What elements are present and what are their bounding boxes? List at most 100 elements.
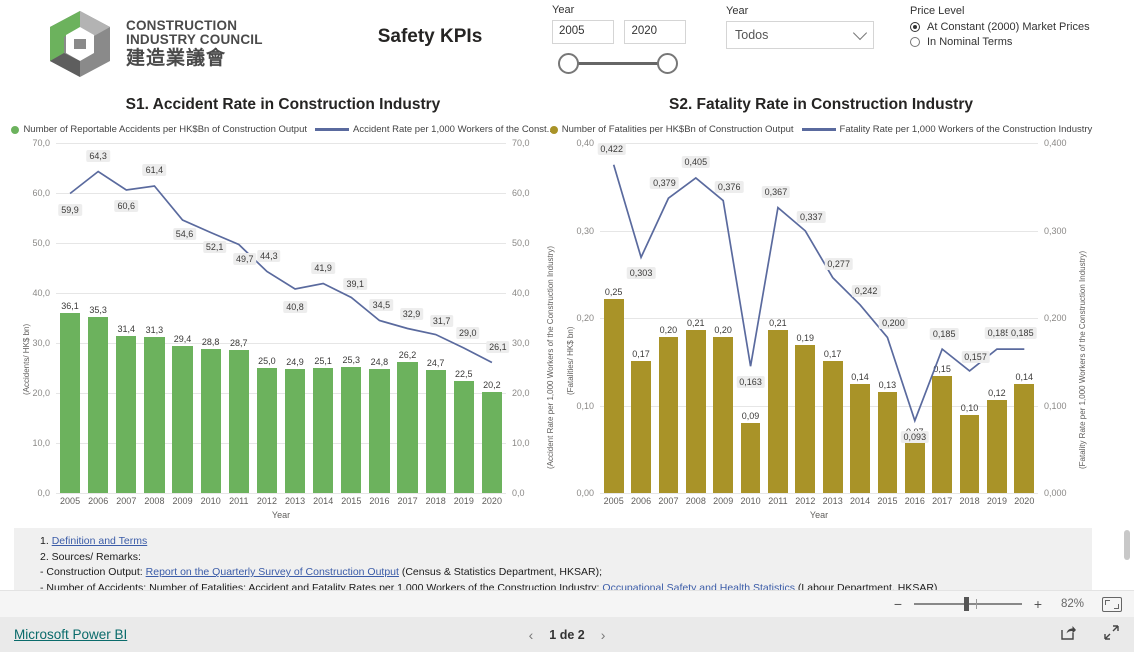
gridline bbox=[600, 493, 1038, 494]
chart-s1-legend: Number of Reportable Accidents per HK$Bn… bbox=[11, 124, 555, 135]
year-dropdown[interactable]: Todos bbox=[726, 21, 874, 49]
microsoft-power-bi-link[interactable]: Microsoft Power BI bbox=[14, 627, 127, 642]
x-axis-tick: 2017 bbox=[932, 496, 953, 506]
x-axis-tick: 2014 bbox=[313, 496, 334, 506]
gridline bbox=[56, 493, 506, 494]
legend-label-line: Fatality Rate per 1,000 Workers of the C… bbox=[839, 124, 1093, 135]
notes-panel[interactable]: 1. Definition and Terms 2. Sources/ Rema… bbox=[14, 528, 1092, 592]
notes-scrollbar[interactable] bbox=[1124, 530, 1130, 588]
x-axis-tick: 2009 bbox=[713, 496, 734, 506]
legend-item-bars[interactable]: Number of Reportable Accidents per HK$Bn… bbox=[11, 124, 307, 135]
quarterly-survey-link[interactable]: Report on the Quarterly Survey of Constr… bbox=[146, 566, 399, 578]
slider-track bbox=[568, 62, 668, 65]
note-3-pre: - Construction Output: bbox=[40, 566, 146, 579]
chevron-left-icon[interactable]: ‹ bbox=[529, 627, 534, 643]
chart-s1-title: S1. Accident Rate in Construction Indust… bbox=[125, 96, 441, 113]
zoom-slider[interactable] bbox=[914, 597, 1022, 611]
legend-line-icon bbox=[801, 128, 836, 131]
year-range-slider[interactable] bbox=[558, 50, 678, 76]
y-axis-tick-right: 60,0 bbox=[512, 188, 530, 198]
slicer-price-level-label: Price Level bbox=[910, 5, 965, 17]
line-value-label: 0,093 bbox=[900, 430, 930, 443]
line-value-label: 39,1 bbox=[343, 277, 368, 290]
chart-s2-title: S2. Fatality Rate in Construction Indust… bbox=[668, 96, 973, 113]
x-axis-tick: 2018 bbox=[959, 496, 980, 506]
y-axis-tick-left: 40,0 bbox=[32, 288, 50, 298]
fullscreen-icon[interactable] bbox=[1103, 624, 1120, 646]
y-axis-tick-left: 0,30 bbox=[576, 225, 594, 236]
legend-dot-icon bbox=[11, 125, 20, 134]
line-value-label: 34,5 bbox=[369, 298, 394, 311]
legend-item-line[interactable]: Fatality Rate per 1,000 Workers of the C… bbox=[801, 124, 1093, 135]
chevron-right-icon[interactable]: › bbox=[601, 627, 606, 643]
line-value-label: 44,3 bbox=[257, 249, 281, 262]
y-axis-tick-right: 70,0 bbox=[512, 138, 530, 148]
x-axis-tick: 2019 bbox=[986, 496, 1007, 506]
x-axis-tick: 2013 bbox=[822, 496, 843, 506]
line-value-label: 49,7 bbox=[233, 252, 257, 265]
slider-handle-end[interactable] bbox=[657, 53, 678, 74]
definition-and-terms-link[interactable]: Definition and Terms bbox=[52, 535, 148, 547]
note-line-1: 1. Definition and Terms bbox=[40, 534, 1084, 550]
x-axis-tick: 2015 bbox=[877, 496, 898, 506]
radio-option-nominal[interactable]: In Nominal Terms bbox=[910, 36, 1090, 48]
line-value-label: 59,9 bbox=[58, 203, 82, 216]
line-value-label: 26,1 bbox=[486, 340, 510, 353]
zoom-out-button[interactable]: − bbox=[892, 596, 904, 612]
slider-handle-start[interactable] bbox=[558, 53, 579, 74]
line-value-label: 0,405 bbox=[681, 156, 711, 168]
x-axis-tick: 2016 bbox=[369, 496, 390, 506]
legend-item-line[interactable]: Accident Rate per 1,000 Workers of the C… bbox=[315, 124, 555, 135]
y-axis-tick-left: 0,00 bbox=[576, 488, 594, 498]
y-axis-title-left: (Fatalities/ HK$ bn) bbox=[566, 326, 575, 395]
chart-s2-panel: S2. Fatality Rate in Construction Indust… bbox=[549, 96, 1093, 528]
y-axis-tick-left: 30,0 bbox=[32, 338, 50, 348]
year-from-input[interactable]: 2005 bbox=[552, 20, 614, 44]
slicer-year-dropdown-label: Year bbox=[726, 5, 749, 17]
line-value-label: 0,379 bbox=[650, 177, 679, 190]
radio-label-constant: At Constant (2000) Market Prices bbox=[927, 21, 1090, 33]
zoom-in-button[interactable]: + bbox=[1032, 596, 1044, 612]
legend-item-bars[interactable]: Number of Fatalities per HK$Bn of Constr… bbox=[549, 124, 794, 135]
note-line-2: 2. Sources/ Remarks: bbox=[40, 550, 141, 563]
line-value-label: 29,0 bbox=[456, 327, 480, 339]
x-axis-tick: 2020 bbox=[1014, 496, 1035, 506]
x-axis-tick: 2016 bbox=[904, 496, 925, 506]
x-axis-title: Year bbox=[271, 510, 291, 520]
x-axis-tick: 2012 bbox=[795, 496, 816, 506]
line-series bbox=[612, 164, 1025, 424]
powerbi-report-page: CONSTRUCTION INDUSTRY COUNCIL 建造業議會 Safe… bbox=[0, 0, 1134, 652]
y-axis-tick-right: 0,100 bbox=[1044, 400, 1067, 411]
slicer-year-dropdown: Year Todos bbox=[726, 5, 874, 49]
chart-s1-panel: S1. Accident Rate in Construction Indust… bbox=[11, 96, 555, 528]
notes-scroll-thumb[interactable] bbox=[1124, 530, 1130, 560]
share-icon[interactable] bbox=[1060, 624, 1077, 646]
page-indicator: 1 de 2 bbox=[549, 627, 585, 642]
line-value-label: 0,242 bbox=[851, 284, 881, 297]
year-to-input[interactable]: 2020 bbox=[624, 20, 687, 44]
zoom-slider-handle[interactable] bbox=[964, 597, 969, 611]
x-axis-tick: 2005 bbox=[603, 496, 624, 506]
legend-label-bars: Number of Fatalities per HK$Bn of Constr… bbox=[561, 124, 794, 135]
line-value-label: 0,337 bbox=[797, 210, 826, 223]
legend-line-icon bbox=[315, 128, 350, 131]
x-axis-tick: 2007 bbox=[116, 496, 137, 506]
line-value-label: 0,376 bbox=[714, 180, 744, 193]
x-axis-tick: 2006 bbox=[631, 496, 652, 506]
line-value-label: 0,185 bbox=[1008, 327, 1037, 340]
line-value-label: 61,4 bbox=[142, 164, 167, 176]
radio-option-constant[interactable]: At Constant (2000) Market Prices bbox=[910, 21, 1090, 33]
line-value-label: 0,200 bbox=[879, 317, 908, 330]
y-axis-tick-right: 50,0 bbox=[512, 238, 530, 248]
note-1-number: 1. bbox=[40, 535, 49, 547]
legend-dot-icon bbox=[549, 125, 558, 134]
status-bar-actions bbox=[1060, 624, 1120, 646]
line-value-label: 60,6 bbox=[114, 200, 139, 212]
slicer-year-range-label: Year bbox=[552, 4, 575, 16]
fit-to-page-icon[interactable] bbox=[1102, 596, 1122, 612]
chart-s2-plot: 0,00 0,000 0,10 0,100 0,20 0,200 0,30 0,300 0,40… bbox=[566, 138, 1087, 521]
y-axis-tick-right: 0,400 bbox=[1044, 138, 1067, 148]
chevron-down-icon bbox=[852, 25, 868, 40]
x-axis-tick: 2011 bbox=[768, 496, 788, 506]
radio-icon-selected bbox=[910, 22, 920, 32]
